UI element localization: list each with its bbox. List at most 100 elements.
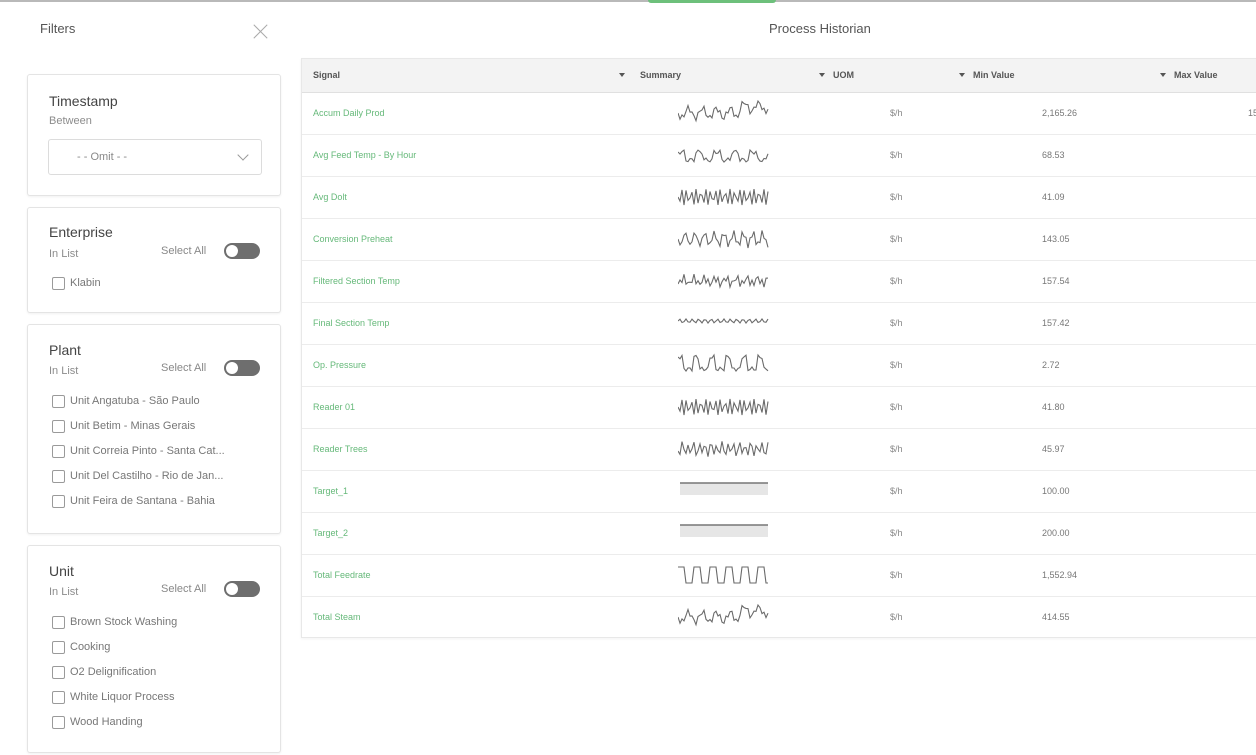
sparkline [678,148,769,164]
sparkline [678,441,769,458]
sort-icon[interactable] [819,73,825,77]
checkbox[interactable] [52,716,65,729]
table-row[interactable]: Reader 01 $/h 41.80 [302,387,1256,429]
sparkline-line [678,230,769,249]
column-header-signal[interactable]: Signal [313,70,340,80]
timestamp-title: Timestamp [49,93,118,109]
plant-select-all-toggle[interactable] [224,360,260,376]
table-row[interactable]: Accum Daily Prod $/h 2,165.26 15 [302,93,1256,135]
top-accent-bar [648,0,776,3]
unit-option-label: O2 Delignification [70,666,157,678]
plant-option-label: Unit Betim - Minas Gerais [70,420,196,432]
table-row[interactable]: Avg Dolt $/h 41.09 [302,177,1256,219]
table-row[interactable]: Target_2 $/h 200.00 [302,513,1256,555]
uom-cell: $/h [890,150,903,160]
signal-link[interactable]: Avg Feed Temp - By Hour [313,150,416,160]
checkbox[interactable] [52,445,65,458]
table-row[interactable]: Filtered Section Temp $/h 157.54 [302,261,1256,303]
checkbox[interactable] [52,616,65,629]
uom-cell: $/h [890,360,903,370]
min-value-cell: 200.00 [1042,528,1070,538]
sort-icon[interactable] [1160,73,1166,77]
signal-link[interactable]: Final Section Temp [313,318,389,328]
table-row[interactable]: Conversion Preheat $/h 143.05 [302,219,1256,261]
checkbox[interactable] [52,495,65,508]
enterprise-sub: In List [49,248,79,260]
signal-link[interactable]: Target_1 [313,486,348,496]
signal-link[interactable]: Conversion Preheat [313,234,393,244]
signal-link[interactable]: Op. Pressure [313,360,366,370]
filters-title: Filters [40,21,76,36]
enterprise-option-label: Klabin [70,277,101,289]
checkbox[interactable] [52,420,65,433]
plant-option-label: Unit Angatuba - São Paulo [70,395,200,407]
unit-option-label: White Liquor Process [70,691,175,703]
plant-title: Plant [49,342,81,358]
min-value-cell: 143.05 [1042,234,1070,244]
checkbox[interactable] [52,470,65,483]
min-value-cell: 68.53 [1042,150,1065,160]
sparkline-band [680,483,768,495]
sparkline [678,398,769,416]
toggle-knob [226,362,238,374]
checkbox[interactable] [52,691,65,704]
sparkline [678,318,769,324]
min-value-cell: 157.54 [1042,276,1070,286]
signal-link[interactable]: Reader Trees [313,444,368,454]
signal-link[interactable]: Total Steam [313,612,361,622]
sparkline [678,273,769,290]
sparkline-line [678,353,769,373]
signal-link[interactable]: Avg Dolt [313,192,347,202]
sparkline-line [678,318,769,324]
column-header-summary[interactable]: Summary [640,70,681,80]
table-row[interactable]: Total Feedrate $/h 1,552.94 [302,555,1256,597]
signal-link[interactable]: Filtered Section Temp [313,276,400,286]
min-value-cell: 1,552.94 [1042,570,1078,580]
uom-cell: $/h [890,108,903,118]
table-row[interactable]: Total Steam $/h 414.55 [302,597,1256,637]
enterprise-select-all-toggle[interactable] [224,243,260,259]
checkbox[interactable] [52,395,65,408]
column-header-uom[interactable]: UOM [833,70,854,80]
plant-sub: In List [49,365,79,377]
signal-link[interactable]: Reader 01 [313,402,355,412]
close-icon[interactable] [252,22,270,40]
sparkline [680,524,768,537]
min-value-cell: 2,165.26 [1042,108,1078,118]
table-row[interactable]: Target_1 $/h 100.00 [302,471,1256,513]
uom-cell: $/h [890,318,903,328]
checkbox[interactable] [52,277,65,290]
sparkline [678,353,769,373]
timestamp-select[interactable]: - - Omit - - [48,139,262,175]
table-row[interactable]: Reader Trees $/h 45.97 [302,429,1256,471]
enterprise-select-all-label: Select All [161,245,207,257]
table-row[interactable]: Avg Feed Temp - By Hour $/h 68.53 [302,135,1256,177]
plant-select-all-label: Select All [161,362,207,374]
checkbox[interactable] [52,641,65,654]
sort-icon[interactable] [619,73,625,77]
uom-cell: $/h [890,570,903,580]
uom-cell: $/h [890,612,903,622]
sparkline-line [678,398,769,416]
uom-cell: $/h [890,276,903,286]
max-value-cell: 15 [1248,108,1256,118]
column-header-min-value[interactable]: Min Value [973,70,1015,80]
signal-link[interactable]: Accum Daily Prod [313,108,385,118]
sparkline-line [678,603,769,627]
toggle-knob [226,583,238,595]
column-header-max-value[interactable]: Max Value [1174,70,1218,80]
sort-icon[interactable] [959,73,965,77]
unit-select-all-toggle[interactable] [224,581,260,597]
checkbox[interactable] [52,666,65,679]
uom-cell: $/h [890,234,903,244]
table-row[interactable]: Final Section Temp $/h 157.42 [302,303,1256,345]
plant-filter-card: Plant In List Select All Unit Angatuba -… [27,324,281,534]
signal-link[interactable]: Target_2 [313,528,348,538]
timestamp-select-value: - - Omit - - [77,151,128,163]
signal-link[interactable]: Total Feedrate [313,570,371,580]
enterprise-filter-card: Enterprise In List Select All Klabin [27,207,281,313]
plant-option-label: Unit Del Castilho - Rio de Jan... [70,470,224,482]
sparkline-line [678,188,769,206]
table-row[interactable]: Op. Pressure $/h 2.72 [302,345,1256,387]
uom-cell: $/h [890,444,903,454]
